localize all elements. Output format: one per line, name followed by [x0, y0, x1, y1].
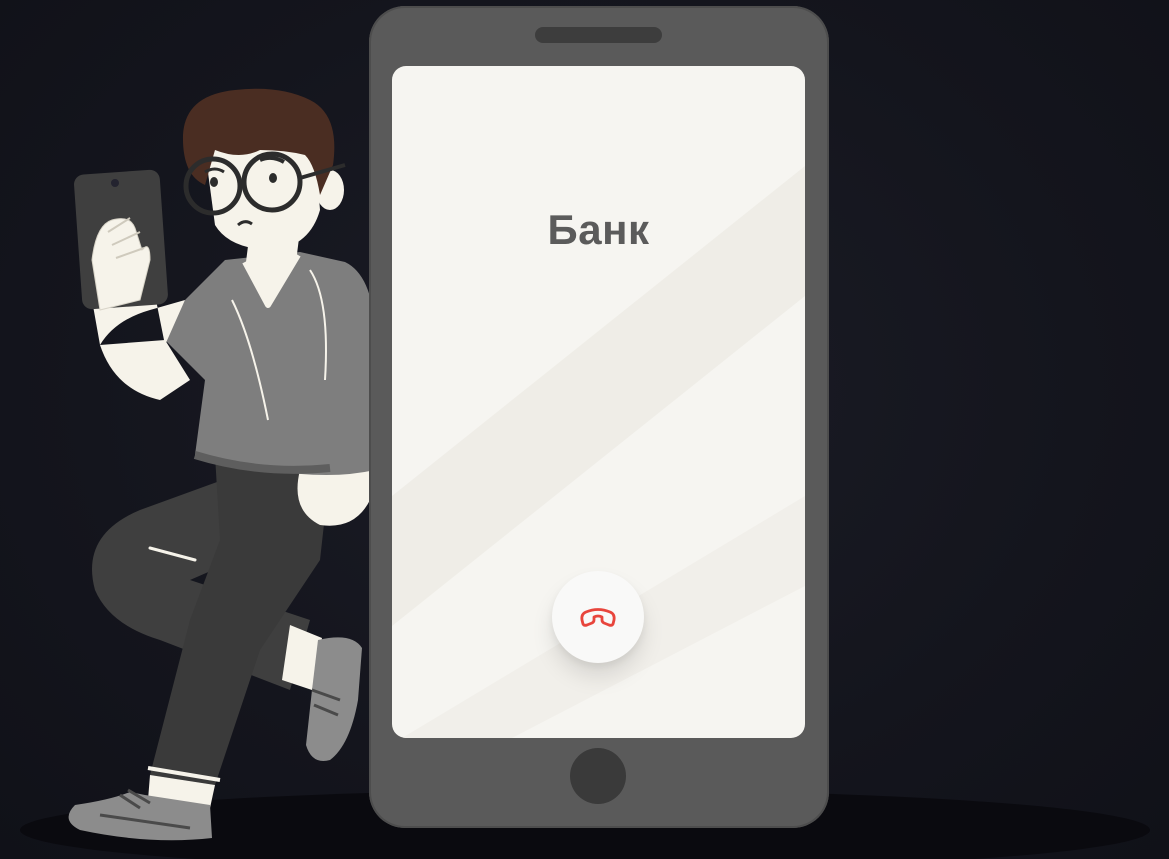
- person-face: [205, 115, 320, 250]
- person-shirt: [165, 252, 375, 475]
- person-back-sock: [282, 625, 322, 690]
- large-phone: Банк: [369, 6, 829, 828]
- person-raised-arm: [91, 236, 185, 345]
- phone-hangup-icon: [580, 608, 616, 627]
- person-hair: [182, 88, 335, 195]
- phone-speaker: [535, 27, 662, 43]
- person-handheld-phone: [74, 169, 168, 310]
- person-front-leg: [150, 455, 330, 785]
- caller-name: Банк: [547, 206, 650, 253]
- end-call-button[interactable]: [552, 571, 644, 663]
- person-back-shoe: [306, 637, 362, 761]
- person-back-leg: [92, 470, 310, 690]
- scene: Банк: [0, 0, 1169, 859]
- phone-screen: Банк: [392, 66, 805, 738]
- home-button[interactable]: [570, 748, 626, 804]
